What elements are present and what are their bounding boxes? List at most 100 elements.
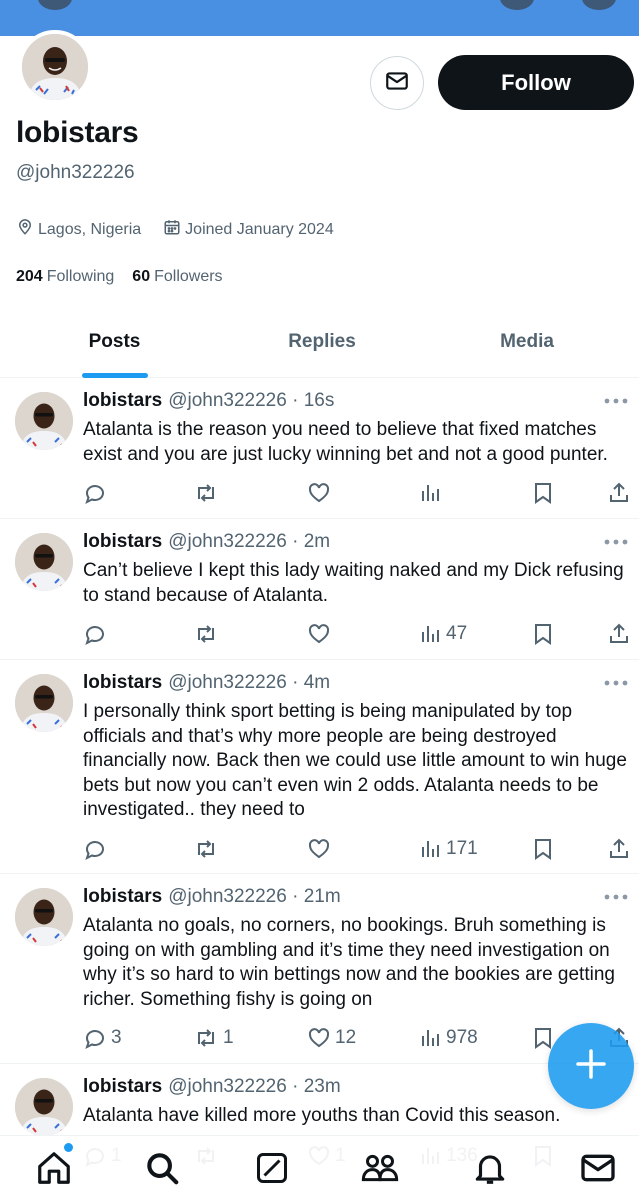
more-icon[interactable] [603, 394, 629, 412]
like-button[interactable] [307, 834, 335, 864]
share-icon [608, 622, 630, 646]
tweet[interactable]: lobistars @john322226 · 16s Atalanta is t… [0, 378, 639, 519]
tweet[interactable]: lobistars @john322226 · 4m I personally t… [0, 660, 639, 874]
share-icon [608, 837, 630, 861]
search-icon [143, 1149, 181, 1192]
tweet-author-name[interactable]: lobistars [83, 672, 162, 693]
tab-posts[interactable]: Posts [0, 306, 229, 378]
tweet-header: lobistars @john322226 · 2m [83, 531, 330, 553]
nav-search[interactable] [140, 1148, 184, 1192]
grok-icon [254, 1150, 290, 1191]
notifications-icon [471, 1149, 509, 1192]
views-icon [420, 1026, 442, 1050]
following-label: Following [46, 268, 115, 285]
more-icon[interactable] [603, 535, 629, 553]
heart-icon [307, 1026, 331, 1050]
views-button[interactable]: 171 [420, 834, 478, 864]
bookmark-button[interactable] [532, 834, 554, 864]
tweet-header: lobistars @john322226 · 16s [83, 390, 334, 412]
bookmark-icon [532, 1026, 554, 1050]
envelope-icon [384, 68, 410, 99]
views-icon [420, 837, 442, 861]
tweet-actions: 171 [0, 834, 639, 864]
tab-label: Replies [288, 331, 356, 352]
follow-button[interactable]: Follow [438, 55, 634, 110]
tweet[interactable]: lobistars @john322226 · 21m Atalanta no g… [0, 874, 639, 1064]
bottom-navigation [0, 1135, 639, 1200]
like-button[interactable] [307, 619, 335, 649]
tweet-avatar[interactable] [15, 888, 73, 946]
nav-grok[interactable] [250, 1148, 294, 1192]
tab-media[interactable]: Media [415, 306, 639, 378]
compose-button[interactable] [548, 1023, 634, 1109]
views-button[interactable]: 978 [420, 1023, 478, 1053]
banner-shape [38, 0, 72, 10]
views-icon [420, 622, 442, 646]
nav-notifications[interactable] [468, 1148, 512, 1192]
reply-button[interactable] [83, 619, 111, 649]
profile-joined: Joined January 2024 [163, 218, 334, 241]
tweet-meta: @john322226 · 4m [168, 672, 331, 693]
views-button[interactable]: 47 [420, 619, 467, 649]
share-icon [608, 481, 630, 505]
follow-counts: 204 Following 60 Followers [16, 268, 241, 286]
reply-icon [83, 1026, 107, 1050]
followers-count: 60 [132, 268, 151, 285]
nav-messages[interactable] [576, 1148, 620, 1192]
repost-button[interactable]: 1 [193, 1023, 234, 1053]
more-icon[interactable] [603, 676, 629, 694]
message-button[interactable] [370, 56, 424, 110]
followers-link[interactable]: 60 Followers [132, 268, 222, 286]
banner-shape [500, 0, 534, 10]
tweet-author-name[interactable]: lobistars [83, 390, 162, 411]
profile-banner[interactable] [0, 0, 639, 36]
tweet-text: I personally think sport betting is bein… [83, 701, 627, 820]
like-button[interactable]: 12 [307, 1023, 356, 1053]
profile-meta: Lagos, Nigeria Joined January 2024 [16, 218, 356, 241]
tweet-author-name[interactable]: lobistars [83, 1076, 162, 1097]
tweet-avatar[interactable] [15, 1078, 73, 1136]
nav-communities[interactable] [358, 1148, 402, 1192]
repost-count: 1 [223, 1027, 234, 1048]
share-button[interactable] [608, 619, 630, 649]
tab-replies[interactable]: Replies [229, 306, 415, 378]
share-button[interactable] [608, 834, 630, 864]
tweet-text: Atalanta no goals, no corners, no bookin… [83, 915, 615, 1010]
reply-button[interactable] [83, 834, 111, 864]
views-count: 47 [446, 623, 468, 644]
repost-button[interactable] [193, 619, 223, 649]
followers-label: Followers [154, 268, 223, 285]
bookmark-button[interactable] [532, 478, 554, 508]
bookmark-button[interactable] [532, 619, 554, 649]
more-icon[interactable] [603, 890, 629, 908]
views-button[interactable] [420, 478, 446, 508]
tweet[interactable]: lobistars @john322226 · 2m Can’t believe … [0, 519, 639, 660]
like-button[interactable] [307, 478, 335, 508]
profile-handle: @john322226 [16, 162, 135, 183]
tweet-header: lobistars @john322226 · 4m [83, 672, 330, 694]
heart-icon [307, 622, 331, 646]
profile-display-name: lobistars [16, 116, 139, 149]
tweet-meta: @john322226 · 21m [168, 886, 341, 907]
tab-label: Posts [88, 331, 141, 352]
repost-button[interactable] [193, 834, 223, 864]
reply-button[interactable]: 3 [83, 1023, 122, 1053]
tweet-author-name[interactable]: lobistars [83, 886, 162, 907]
tweet-avatar[interactable] [15, 533, 73, 591]
profile-avatar[interactable] [18, 30, 92, 104]
views-count: 171 [446, 838, 478, 859]
reply-button[interactable] [83, 478, 111, 508]
share-button[interactable] [608, 478, 630, 508]
tweet-author-name[interactable]: lobistars [83, 531, 162, 552]
communities-icon [360, 1148, 400, 1193]
tweet-avatar[interactable] [15, 674, 73, 732]
nav-home[interactable] [32, 1148, 76, 1192]
following-link[interactable]: 204 Following [16, 268, 114, 286]
map-pin-icon [16, 218, 38, 241]
tweet-header: lobistars @john322226 · 23m [83, 1076, 341, 1098]
repost-button[interactable] [193, 478, 223, 508]
joined-text: Joined January 2024 [185, 220, 334, 238]
location-text: Lagos, Nigeria [38, 220, 142, 238]
heart-icon [307, 837, 331, 861]
tweet-avatar[interactable] [15, 392, 73, 450]
